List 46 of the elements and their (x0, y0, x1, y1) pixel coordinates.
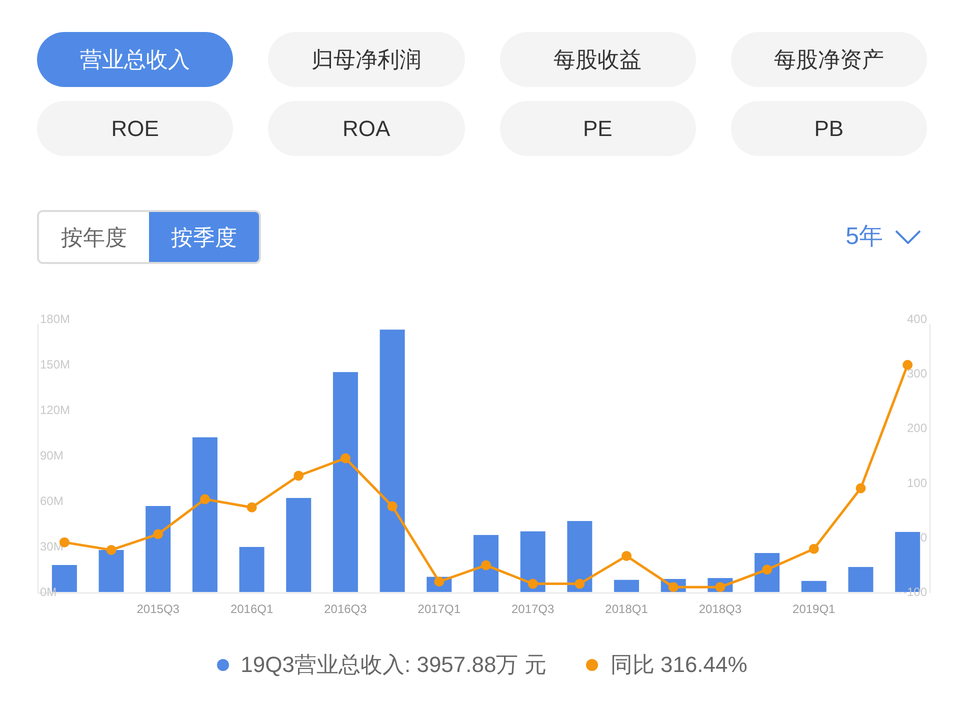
data-point (481, 560, 491, 570)
axis-label: 2016Q3 (324, 602, 367, 616)
data-point (715, 582, 726, 592)
data-point (153, 529, 164, 540)
legend-label: 19Q3营业总收入: 3957.88万 元 (240, 651, 546, 679)
data-point (528, 578, 538, 589)
metric-tab[interactable]: ROA (268, 101, 464, 156)
axis-label: 2019Q1 (792, 602, 836, 616)
revenue-bar (98, 550, 124, 592)
data-point (434, 576, 444, 587)
revenue-bar (848, 566, 874, 592)
axis-label: 2015Q3 (136, 602, 180, 616)
revenue-bar (801, 580, 826, 592)
axis-label: 2017Q3 (512, 602, 554, 616)
data-point (574, 578, 585, 589)
data-point (387, 501, 398, 512)
data-point (200, 494, 210, 504)
data-point (294, 470, 304, 481)
data-point (762, 564, 772, 575)
revenue-bar (567, 521, 592, 592)
revenue-bar (520, 531, 546, 592)
data-point (668, 582, 678, 592)
data-point (808, 544, 819, 554)
revenue-bar (239, 546, 264, 592)
data-point (106, 544, 116, 555)
axis-label: 2018Q1 (605, 602, 648, 616)
data-point (340, 453, 350, 464)
data-point (246, 502, 257, 512)
data-point (622, 550, 632, 561)
metric-tab[interactable]: 归母净利润 (268, 32, 464, 87)
revenue-bar (474, 534, 498, 592)
range-dropdown[interactable]: 5年 (846, 219, 927, 255)
metric-tab[interactable]: 每股净资产 (730, 32, 927, 87)
axis-label: 0M (40, 585, 57, 599)
axis-label: 2017Q1 (418, 602, 460, 616)
axis-label: 2016Q1 (230, 602, 274, 616)
chevron-down-icon (895, 230, 921, 244)
metric-tab[interactable]: ROE (37, 101, 234, 156)
data-point (856, 483, 866, 494)
metric-tab[interactable]: PE (500, 101, 696, 156)
metric-tab[interactable]: 每股收益 (500, 32, 696, 87)
data-point (902, 360, 913, 370)
axis-label: 2018Q3 (698, 602, 742, 616)
revenue-bar (614, 580, 640, 592)
metric-tab[interactable]: PB (730, 101, 927, 156)
legend-label: 同比 316.44% (610, 651, 748, 679)
